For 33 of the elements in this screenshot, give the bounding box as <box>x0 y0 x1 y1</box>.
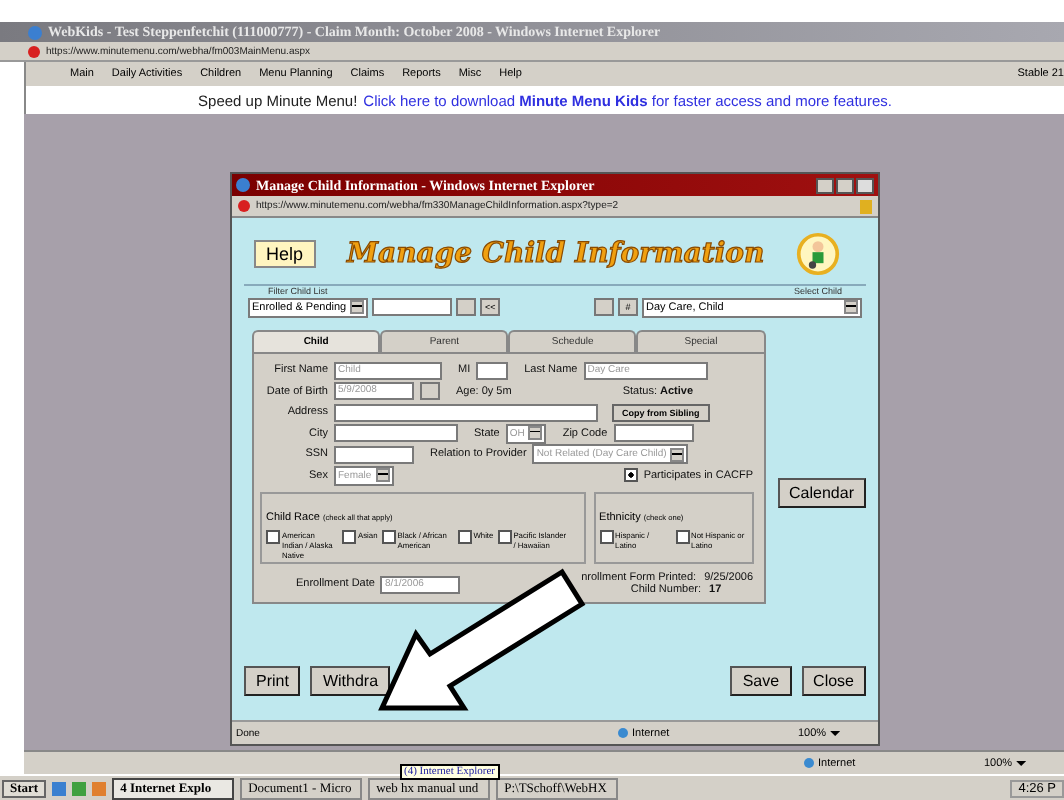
close-button[interactable] <box>856 177 874 193</box>
action-button[interactable]: Print <box>244 666 301 696</box>
city-field[interactable] <box>334 424 458 443</box>
maximize-button[interactable] <box>836 177 854 193</box>
checkbox[interactable] <box>342 530 356 544</box>
middle-initial-field[interactable] <box>476 361 509 380</box>
browser-icon <box>236 178 250 192</box>
checkbox[interactable] <box>623 468 638 483</box>
site-icon <box>28 45 40 57</box>
date-picker-button[interactable] <box>420 382 440 401</box>
minimize-button[interactable] <box>816 177 834 193</box>
nav-button[interactable] <box>594 298 614 316</box>
checkbox[interactable] <box>381 530 396 544</box>
zip-code-field[interactable] <box>613 424 694 443</box>
checkbox[interactable] <box>266 530 280 544</box>
nav-button[interactable] <box>456 298 477 316</box>
action-button[interactable]: Save <box>730 666 792 696</box>
checkbox[interactable] <box>675 530 690 544</box>
checkbox[interactable] <box>457 530 472 544</box>
browser-icon <box>28 25 42 39</box>
calendar-button[interactable]: Calendar <box>777 478 866 508</box>
page-heading: Manage Child Information <box>347 238 765 270</box>
ssn-field[interactable] <box>334 445 414 464</box>
checkbox[interactable] <box>497 530 512 544</box>
site-icon <box>238 200 250 212</box>
action-button[interactable]: Close <box>801 666 866 696</box>
help-button[interactable]: Help <box>254 240 316 268</box>
lock-icon <box>860 199 872 213</box>
action-button[interactable]: Withdra <box>310 666 391 696</box>
address-field[interactable] <box>334 403 598 422</box>
checkbox[interactable] <box>599 530 614 544</box>
child-mascot-icon <box>796 232 841 276</box>
search-field[interactable] <box>372 298 453 316</box>
